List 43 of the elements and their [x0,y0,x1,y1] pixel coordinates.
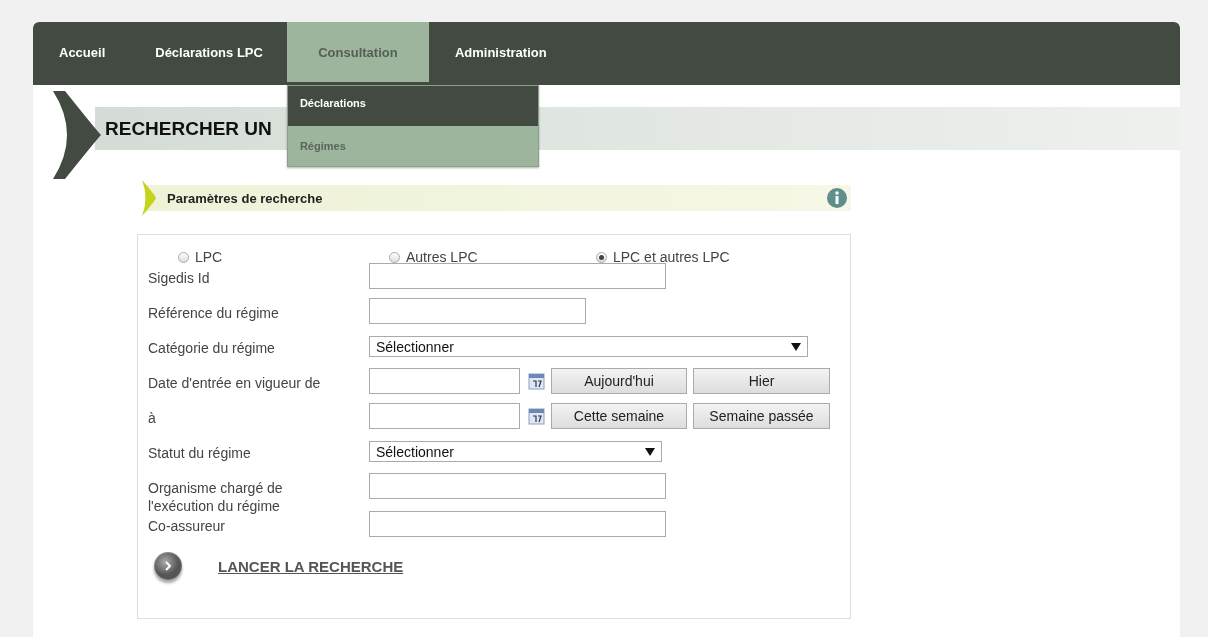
input-field[interactable] [369,298,586,324]
radio-button[interactable] [389,251,400,263]
section-title: Paramètres de recherche [167,190,323,206]
field-label: Date d'entrée en vigueur de [148,374,322,392]
date-shortcut-button[interactable]: Hier [693,368,830,394]
calendar-icon[interactable] [528,407,545,425]
field-label: Sigedis Id [148,269,211,287]
nav-tab[interactable]: Accueil [33,22,130,82]
nav-tab[interactable]: Administration [428,22,571,82]
input-field[interactable] [369,473,666,499]
radio-label: LPC et autres LPC [613,249,730,265]
chevron-icon [51,89,103,181]
select-value: Sélectionner [376,338,454,355]
dropdown-item[interactable]: Déclarations [287,86,538,126]
radio-button[interactable] [178,251,189,263]
dropdown-arrow-icon [645,447,655,456]
date-shortcut-button[interactable]: Aujourd'hui [551,368,687,394]
field-label: Organisme chargé de l'exécution du régime [148,479,284,515]
calendar-icon[interactable] [528,372,545,390]
page-title: RECHERCHER UN [105,118,272,140]
field-label: Co-assureur [148,517,227,535]
select-field[interactable]: Sélectionner [369,336,808,357]
info-icon[interactable] [827,188,847,208]
date-shortcut-button[interactable]: Cette semaine [551,403,687,429]
nav-tab[interactable]: Déclarations LPC [129,22,287,82]
date-field[interactable] [369,403,520,429]
input-field[interactable] [369,263,666,289]
search-link[interactable]: LANCER LA RECHERCHE [218,557,404,575]
dropdown-arrow-icon [791,342,801,351]
chevron-icon [141,179,157,217]
arrow-icon[interactable] [154,552,182,580]
radio-label: Autres LPC [406,249,478,265]
select-value: Sélectionner [376,443,454,460]
radio-label: LPC [195,249,223,265]
field-label: à [148,409,157,427]
input-field[interactable] [369,511,666,537]
radio-button[interactable] [596,251,607,263]
date-field[interactable] [369,368,520,394]
date-shortcut-button[interactable]: Semaine passée [693,403,830,429]
select-field[interactable]: Sélectionner [369,441,662,462]
field-label: Statut du régime [148,444,252,462]
field-label: Référence du régime [148,304,280,322]
field-label: Catégorie du régime [148,339,276,357]
